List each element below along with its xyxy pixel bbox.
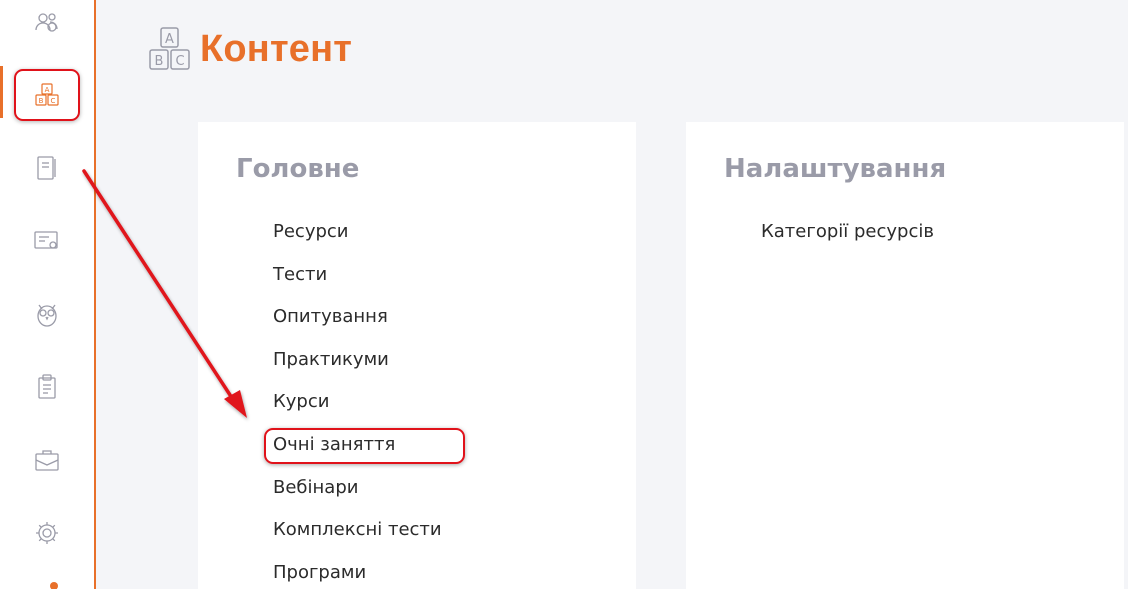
settings-card-list: Категорії ресурсів [761, 218, 934, 261]
svg-text:B: B [39, 97, 44, 105]
certificate-icon [34, 231, 58, 249]
list-item-courses[interactable]: Курси [273, 388, 442, 431]
svg-text:C: C [175, 54, 184, 69]
active-indicator [0, 66, 3, 118]
svg-text:C: C [51, 97, 56, 105]
sidebar: A B C [0, 0, 96, 589]
abc-blocks-icon: A B C [149, 27, 190, 70]
list-item-tests[interactable]: Тести [273, 261, 442, 304]
clipboard-icon [38, 374, 56, 399]
sidebar-item-journal[interactable] [14, 142, 80, 194]
sidebar-item-tasks[interactable] [14, 361, 80, 413]
svg-text:A: A [45, 86, 50, 94]
abc-blocks-icon: A B C [35, 83, 59, 106]
sidebar-item-owl[interactable] [14, 288, 80, 340]
sidebar-item-users[interactable] [14, 0, 80, 48]
briefcase-icon [35, 450, 59, 471]
users-icon [35, 13, 58, 32]
list-item-surveys[interactable]: Опитування [273, 303, 442, 346]
svg-text:A: A [165, 32, 174, 47]
list-item-webinars[interactable]: Вебінари [273, 474, 442, 517]
page-header: A B C Контент [148, 26, 352, 72]
list-item-practicums[interactable]: Практикуми [273, 346, 442, 389]
journal-icon [37, 156, 56, 180]
notification-dot [50, 582, 58, 589]
page-title: Контент [200, 27, 353, 70]
sidebar-item-settings[interactable] [14, 507, 80, 559]
svg-text:B: B [155, 54, 164, 69]
main-card-heading: Головне [236, 154, 360, 184]
list-item-in-person-classes[interactable]: Очні заняття [273, 431, 442, 474]
settings-card: Налаштування Категорії ресурсів [686, 122, 1124, 589]
list-item-programs[interactable]: Програми [273, 559, 442, 589]
list-item-complex-tests[interactable]: Комплексні тести [273, 516, 442, 559]
sidebar-item-content[interactable]: A B C [14, 69, 80, 121]
owl-icon [37, 304, 57, 327]
sidebar-item-portfolio[interactable] [14, 434, 80, 486]
main-card-list: Ресурси Тести Опитування Практикуми Курс… [273, 218, 442, 589]
gear-icon [36, 522, 58, 544]
main-card: Головне Ресурси Тести Опитування Практик… [198, 122, 636, 589]
sidebar-item-certificates[interactable] [14, 215, 80, 267]
list-item-resource-categories[interactable]: Категорії ресурсів [761, 218, 934, 261]
settings-card-heading: Налаштування [724, 154, 947, 184]
list-item-resources[interactable]: Ресурси [273, 218, 442, 261]
